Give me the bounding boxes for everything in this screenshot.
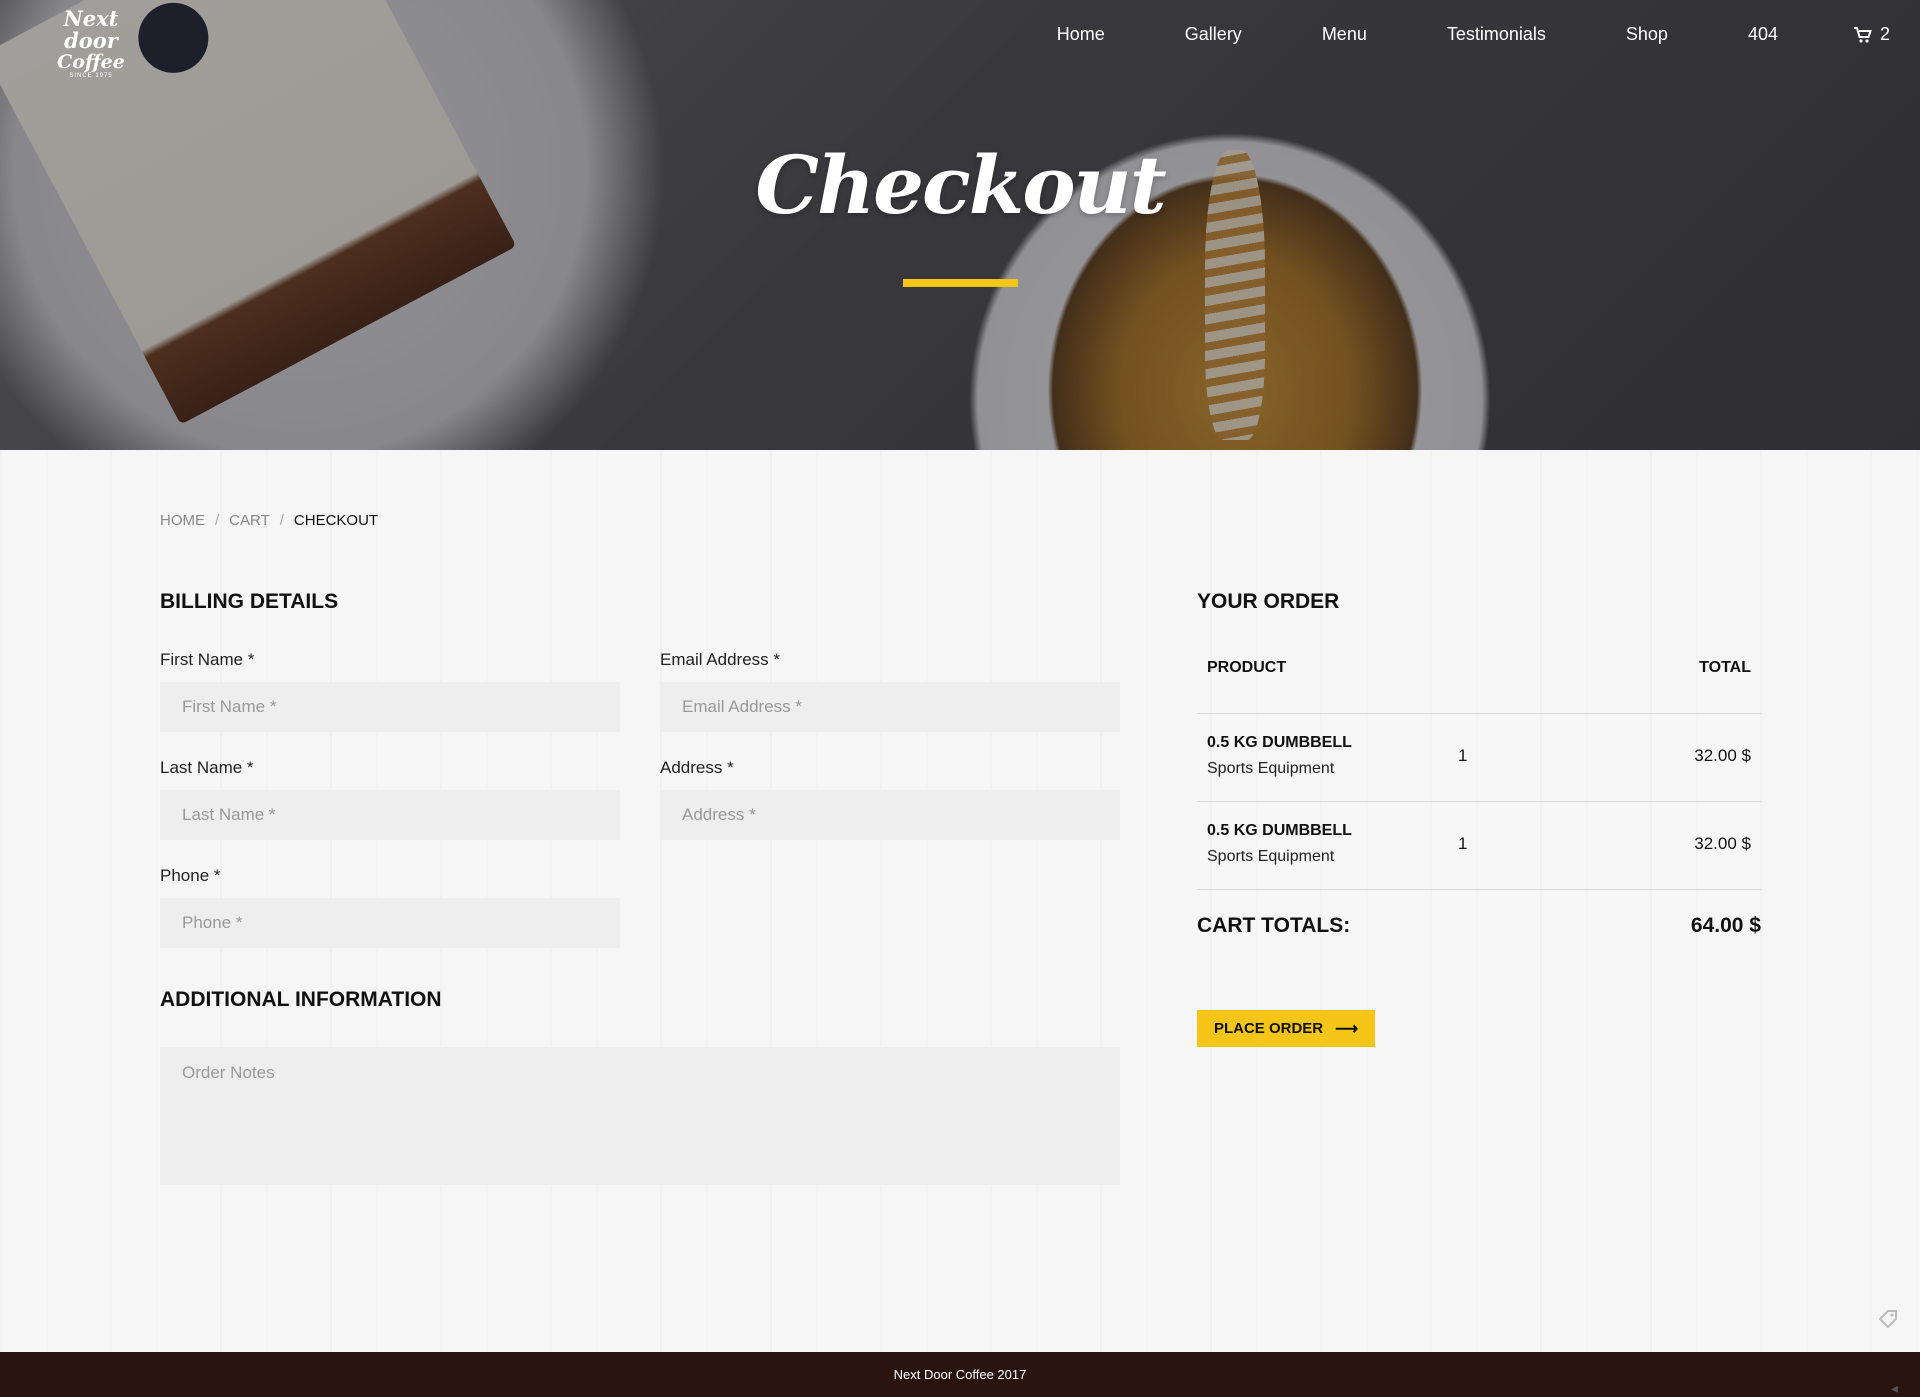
product-price: 32.00 $ xyxy=(1694,746,1751,765)
site-logo[interactable]: Next door Coffee SINCE 1975 xyxy=(36,6,146,80)
hero-banner: Next door Coffee SINCE 1975 Home Gallery… xyxy=(0,0,1920,450)
logo-line2: Coffee xyxy=(57,51,125,73)
nav-testimonials[interactable]: Testimonials xyxy=(1447,24,1546,45)
breadcrumb-separator: / xyxy=(279,512,284,529)
nav-menu[interactable]: Menu xyxy=(1322,24,1367,45)
breadcrumb-home[interactable]: HOME xyxy=(160,512,205,529)
logo-line1: Next door xyxy=(63,6,119,53)
product-qty: 1 xyxy=(1458,746,1468,765)
page-title: Checkout xyxy=(755,138,1166,232)
order-row: 0.5 KG DUMBBELL Sports Equipment 1 32.00… xyxy=(1197,802,1761,890)
order-table-header: PRODUCT TOTAL xyxy=(1197,659,1761,714)
product-category: Sports Equipment xyxy=(1207,760,1335,777)
nav-home[interactable]: Home xyxy=(1057,24,1105,45)
logo-line3: SINCE 1975 xyxy=(69,73,113,79)
phone-input[interactable] xyxy=(160,898,620,948)
breadcrumb-cart[interactable]: CART xyxy=(229,512,270,529)
address-input[interactable] xyxy=(660,790,1120,840)
place-order-button[interactable]: PLACE ORDER ⟶ xyxy=(1197,1010,1375,1047)
first-name-label: First Name * xyxy=(160,650,255,669)
first-name-input[interactable] xyxy=(160,682,620,732)
product-category: Sports Equipment xyxy=(1207,848,1335,865)
billing-title: BILLING DETAILS xyxy=(160,590,339,613)
last-name-input[interactable] xyxy=(160,790,620,840)
arrow-right-icon: ⟶ xyxy=(1335,1020,1359,1038)
product-qty: 1 xyxy=(1458,834,1468,853)
cart-totals-label: CART TOTALS: xyxy=(1197,914,1351,937)
breadcrumb: HOME / CART / CHECKOUT xyxy=(160,512,378,529)
nav-gallery[interactable]: Gallery xyxy=(1185,24,1242,45)
order-notes-textarea[interactable] xyxy=(160,1047,1120,1185)
email-label: Email Address * xyxy=(660,650,780,669)
cart-icon xyxy=(1853,26,1872,43)
title-underline xyxy=(903,279,1018,287)
order-title: YOUR ORDER xyxy=(1197,590,1340,613)
col-total: TOTAL xyxy=(1699,659,1751,676)
site-footer: Next Door Coffee 2017 ◂ xyxy=(0,1352,1920,1397)
order-row: 0.5 KG DUMBBELL Sports Equipment 1 32.00… xyxy=(1197,714,1761,802)
scroll-top-icon[interactable]: ◂ xyxy=(1891,1366,1898,1397)
tag-icon[interactable] xyxy=(1878,1309,1898,1329)
nav-cart[interactable]: 2 xyxy=(1853,24,1890,45)
place-order-label: PLACE ORDER xyxy=(1213,1020,1324,1037)
cart-totals-value: 64.00 $ xyxy=(1690,914,1761,937)
breadcrumb-current: CHECKOUT xyxy=(293,512,379,529)
checkout-main: HOME / CART / CHECKOUT BILLING DETAILS F… xyxy=(0,450,1920,1352)
product-name: 0.5 KG DUMBBELL xyxy=(1207,734,1352,751)
product-price: 32.00 $ xyxy=(1694,834,1751,853)
product-name: 0.5 KG DUMBBELL xyxy=(1207,822,1352,839)
col-product: PRODUCT xyxy=(1207,659,1287,676)
email-input[interactable] xyxy=(660,682,1120,732)
cart-count: 2 xyxy=(1879,24,1890,44)
last-name-label: Last Name * xyxy=(160,758,254,777)
nav-404[interactable]: 404 xyxy=(1748,24,1778,45)
breadcrumb-separator: / xyxy=(215,512,220,529)
additional-info-title: ADDITIONAL INFORMATION xyxy=(160,988,442,1011)
main-nav: Home Gallery Menu Testimonials Shop 404 … xyxy=(977,24,1890,45)
phone-label: Phone * xyxy=(160,866,221,885)
footer-text: Next Door Coffee 2017 xyxy=(893,1367,1027,1382)
nav-shop[interactable]: Shop xyxy=(1626,24,1668,45)
address-label: Address * xyxy=(660,758,734,777)
